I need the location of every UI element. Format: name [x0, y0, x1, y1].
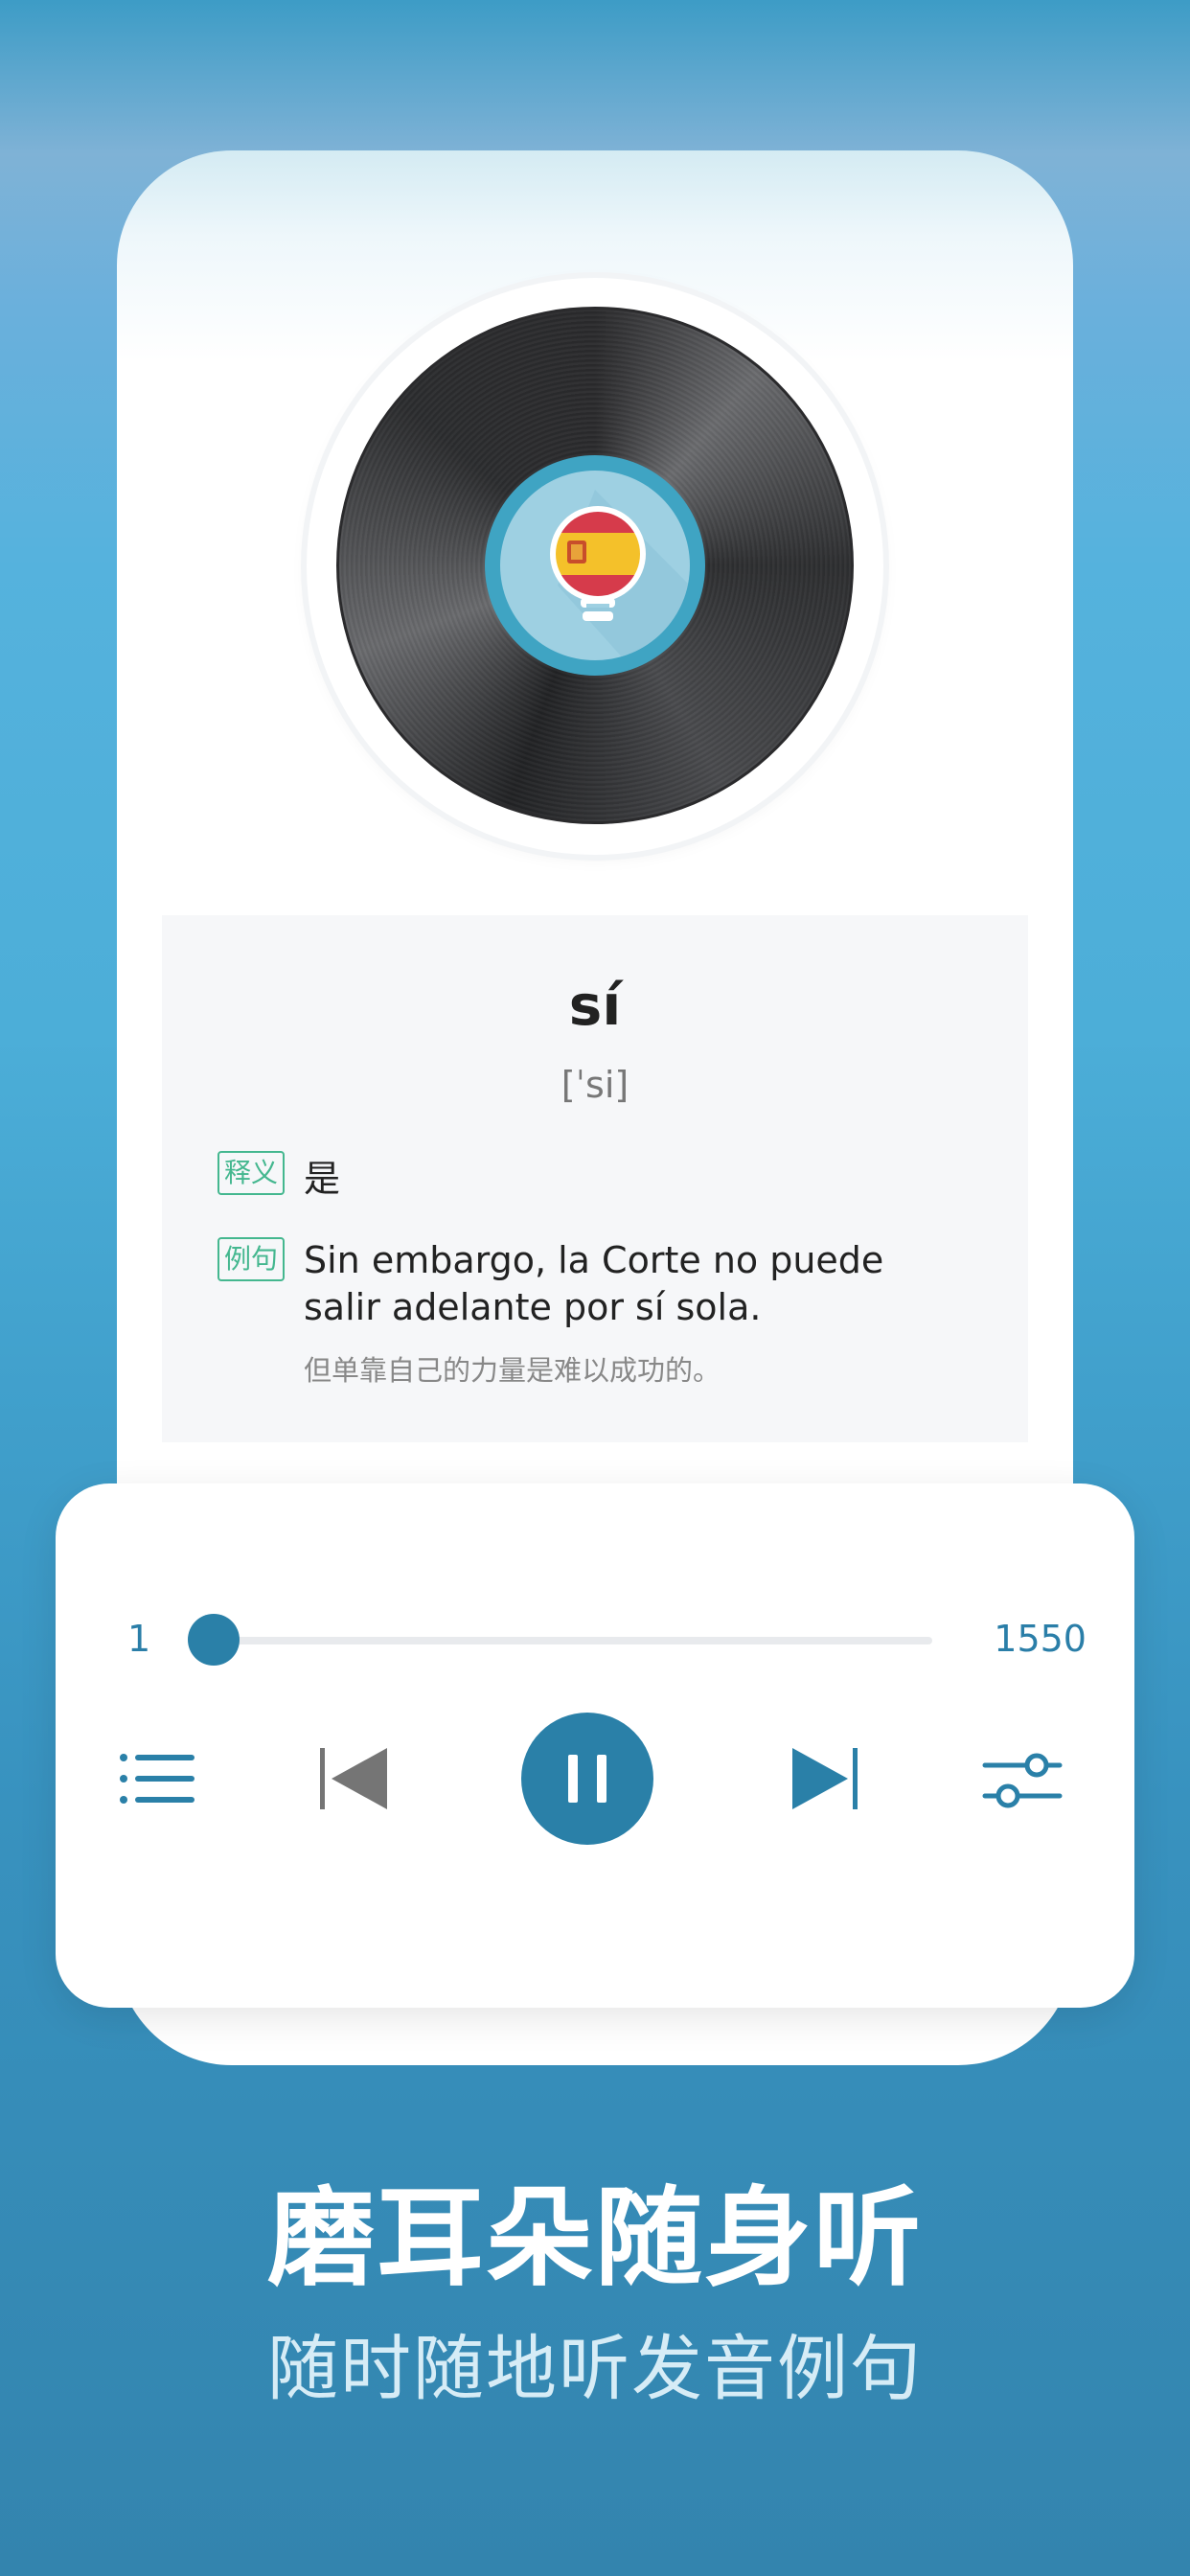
next-button[interactable]: [767, 1721, 882, 1836]
promo-subline: 随时随地听发音例句: [267, 2328, 923, 2410]
definition-tag: 释义: [217, 1151, 285, 1195]
progress-track[interactable]: [214, 1637, 932, 1644]
example-translation: 但单靠自己的力量是难以成功的。: [304, 1354, 721, 1387]
settings-sliders-icon: [982, 1753, 1063, 1808]
word-title: sí: [568, 973, 622, 1038]
current-index: 1: [127, 1618, 151, 1660]
word-card: sí [ˈsi] 释义 是 例句 Sin embargo, la Corte n…: [162, 915, 1028, 1442]
previous-button[interactable]: [295, 1721, 410, 1836]
example-tag: 例句: [217, 1237, 285, 1281]
total-count: 1550: [994, 1618, 1087, 1660]
pause-icon: [521, 1713, 653, 1845]
example-sentence: Sin embargo, la Corte no puede salir ade…: [304, 1239, 884, 1328]
pause-button[interactable]: [520, 1712, 654, 1846]
word-phonetic: [ˈsi]: [561, 1064, 629, 1106]
progress-knob[interactable]: [188, 1614, 240, 1666]
spain-flag-lightbulb-icon: [544, 506, 652, 632]
promo-headline: 磨耳朵随身听: [267, 2176, 923, 2301]
definition-text: 是: [304, 1158, 341, 1200]
next-icon: [792, 1748, 858, 1809]
list-icon: [120, 1754, 195, 1804]
player-panel: 1 1550: [56, 1484, 1134, 2008]
list-button[interactable]: [99, 1721, 214, 1836]
settings-button[interactable]: [966, 1721, 1081, 1836]
previous-icon: [320, 1748, 387, 1809]
